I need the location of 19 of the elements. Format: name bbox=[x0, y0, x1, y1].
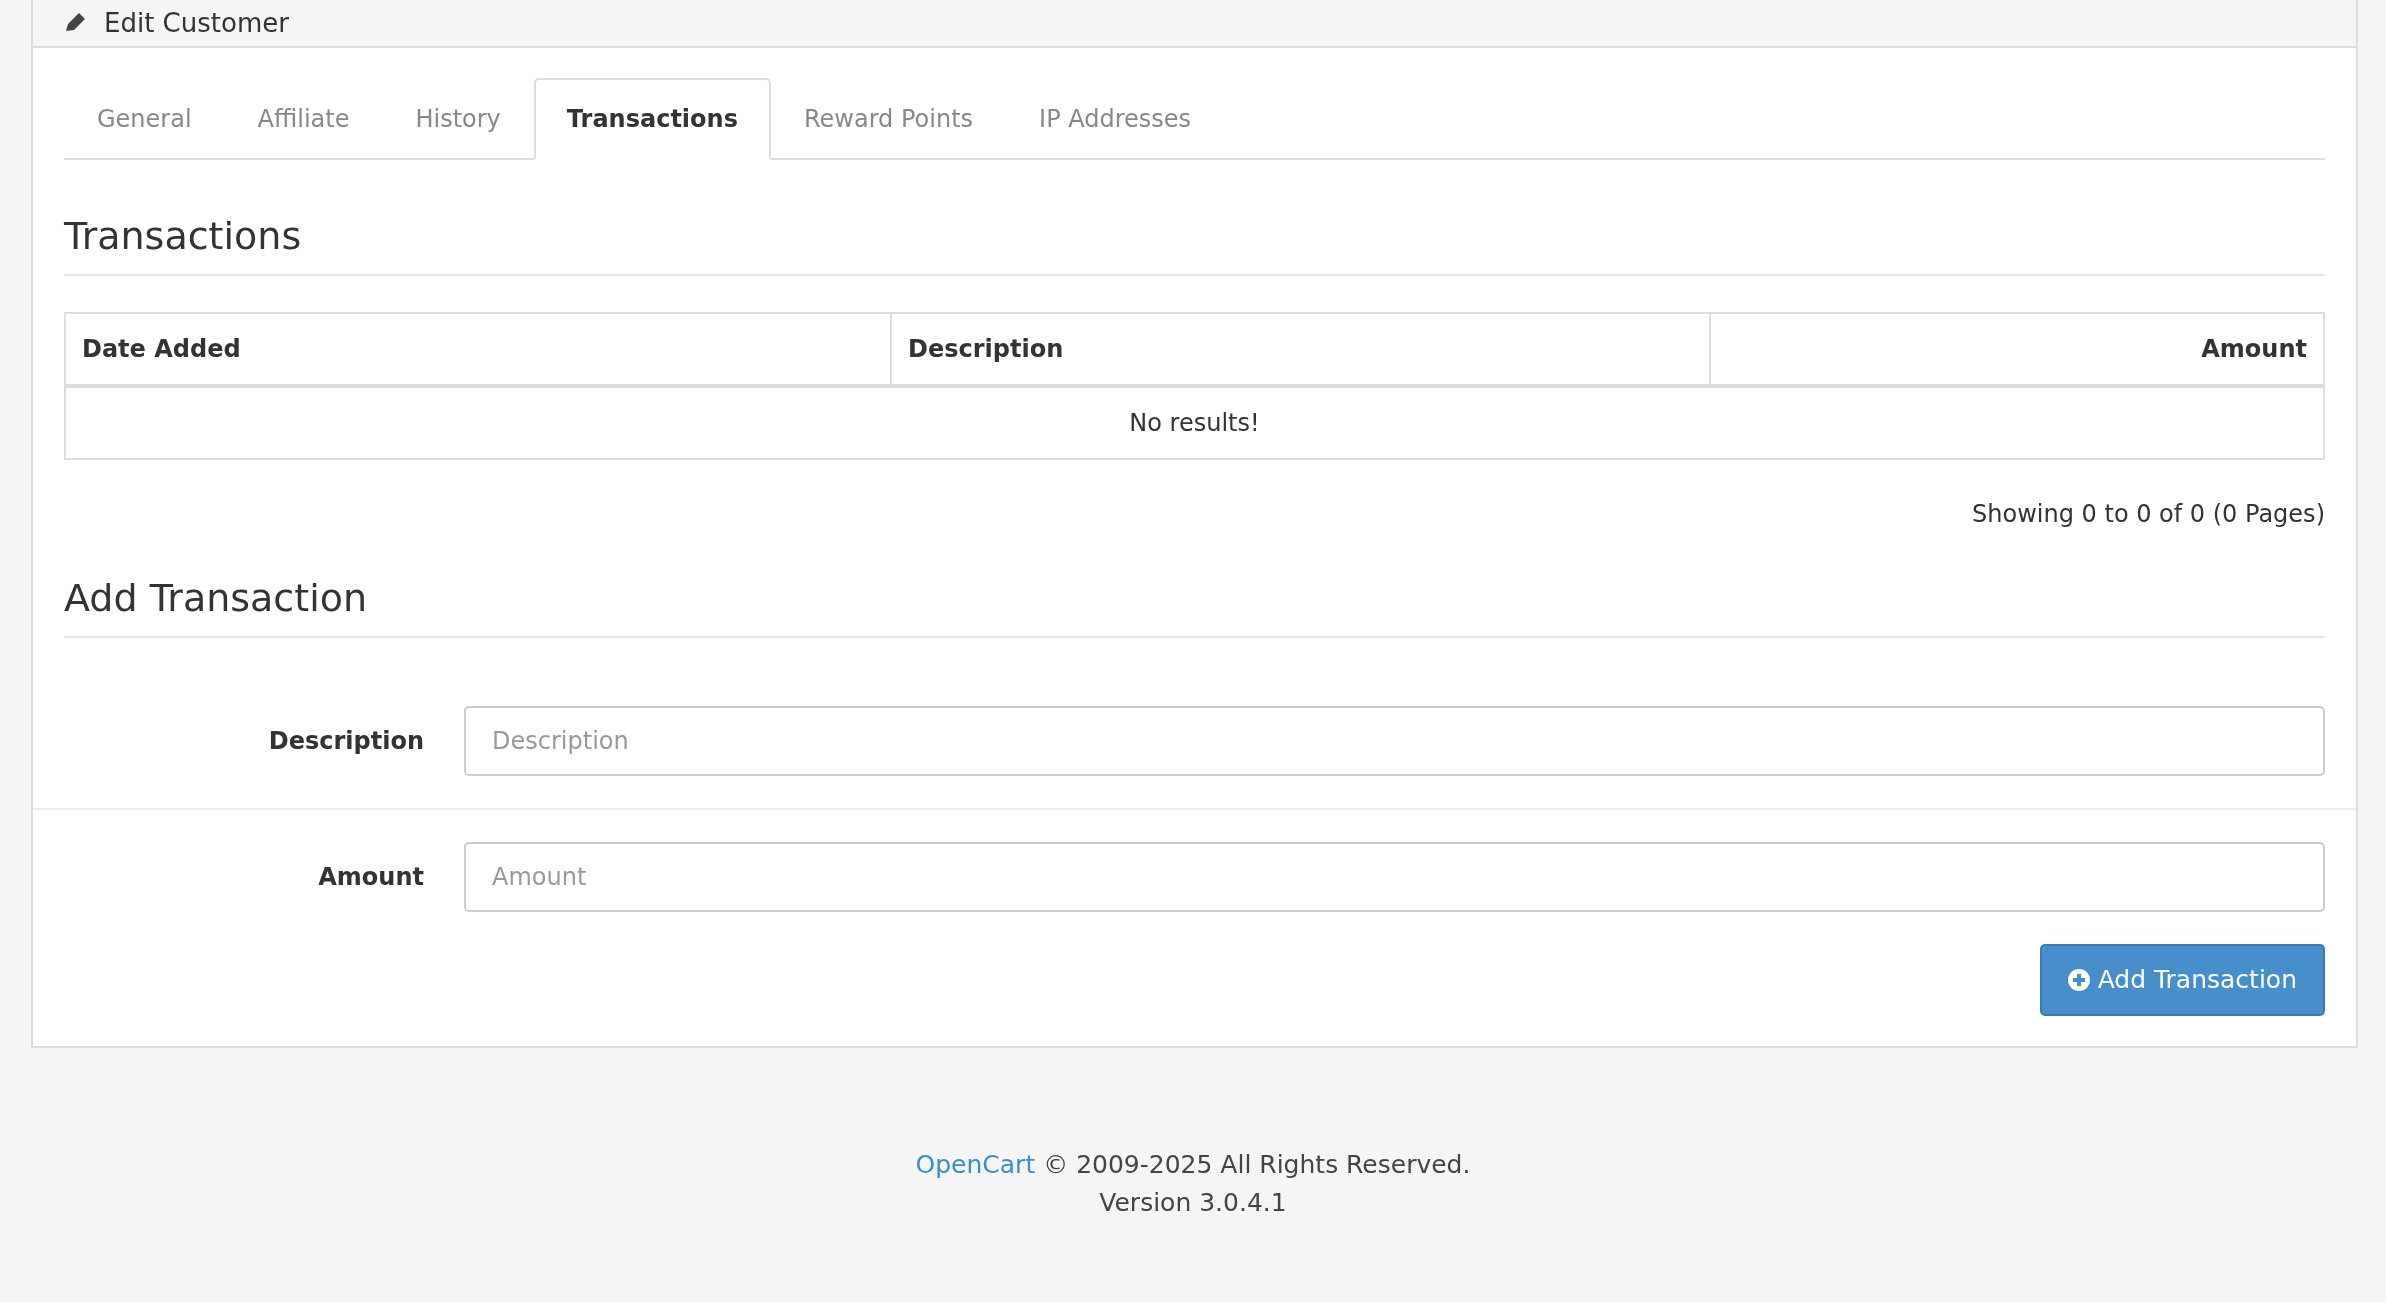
section-heading: Transactions bbox=[64, 216, 2325, 276]
input-field[interactable]: Amount bbox=[464, 841, 2325, 912]
add-transaction-button[interactable]: Add Transaction bbox=[2039, 943, 2325, 1016]
column-header: Date Added bbox=[81, 333, 242, 365]
opencart-link[interactable]: OpenCart bbox=[915, 1146, 1036, 1184]
section-heading: Add Transaction bbox=[64, 577, 2325, 638]
panel-title: Edit Customer bbox=[104, 7, 289, 39]
version-text: Version 3.0.4.1 bbox=[1099, 1187, 1287, 1219]
copyright-text: © 2009-2025 All Rights Reserved. bbox=[1043, 1149, 1471, 1181]
pencil-icon bbox=[64, 13, 88, 33]
field-label: Amount bbox=[317, 862, 424, 891]
tab[interactable]: Transactions bbox=[533, 78, 771, 160]
pagination-text: Showing 0 to 0 of 0 (0 Pages) bbox=[1971, 499, 2325, 528]
empty-message: No results! bbox=[1128, 407, 1261, 439]
column-header: Amount bbox=[1709, 313, 2323, 384]
input-field[interactable]: Description bbox=[464, 705, 2325, 776]
column-header: Description bbox=[890, 313, 1709, 384]
field-label: Description bbox=[267, 726, 424, 755]
plus-circle-icon bbox=[2067, 968, 2090, 991]
